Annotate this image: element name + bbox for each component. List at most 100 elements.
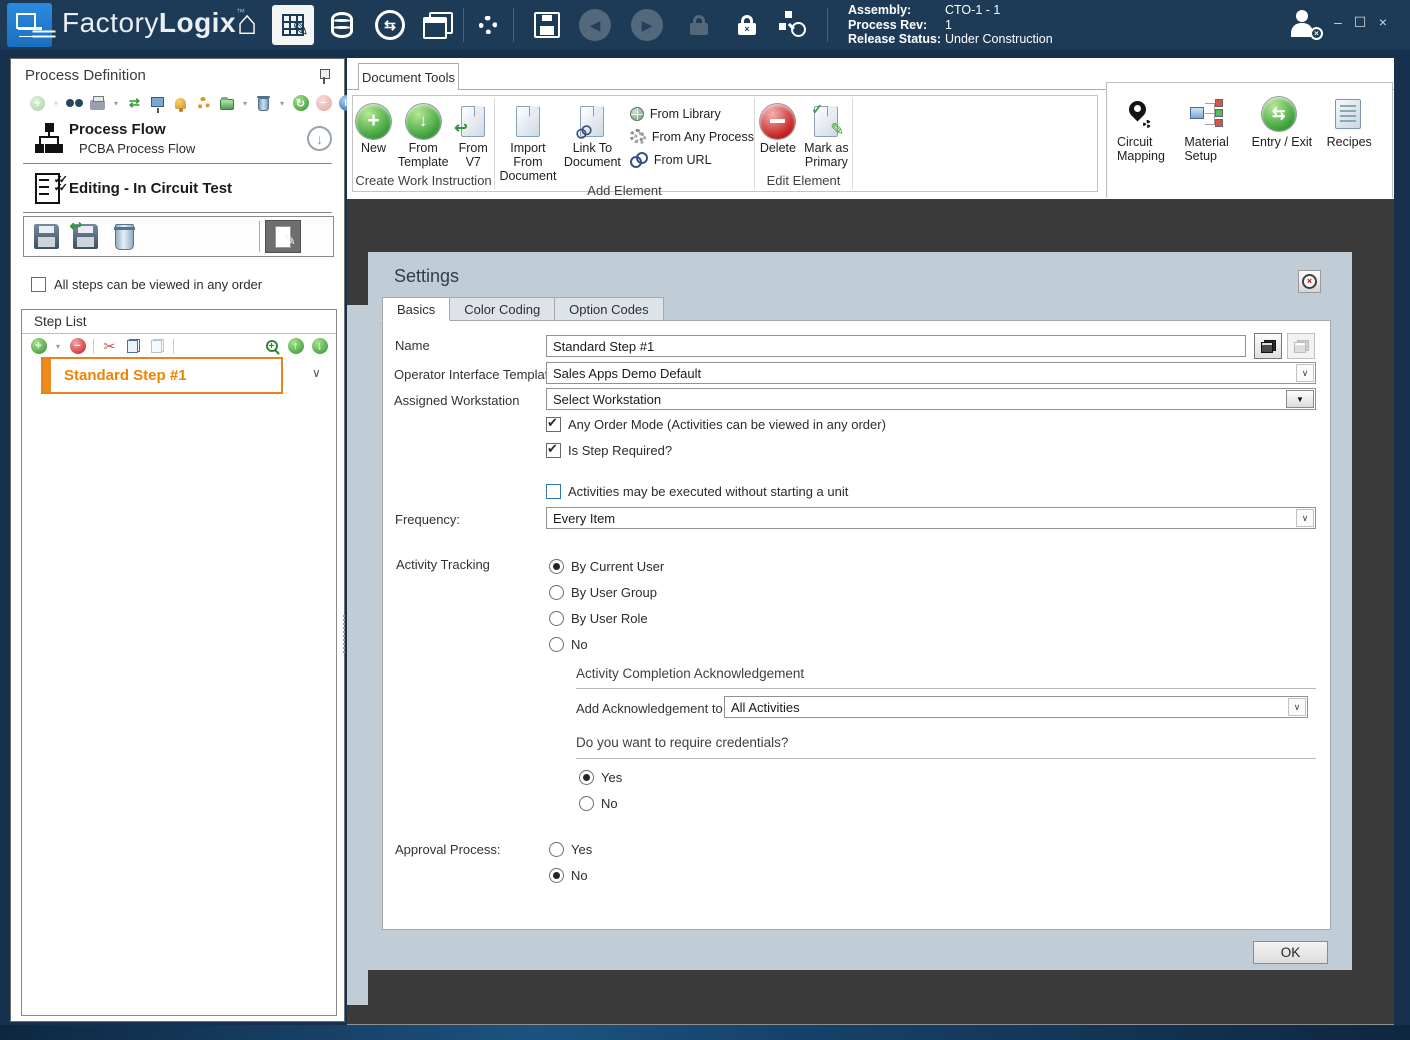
process-settings-gear-icon[interactable] xyxy=(195,95,212,112)
add-caret-icon[interactable]: ▾ xyxy=(52,95,60,112)
minimize-button[interactable]: – xyxy=(1327,14,1349,30)
move-up-icon[interactable]: ↑ xyxy=(287,338,304,355)
from-template-button[interactable]: ↓ From Template xyxy=(397,101,449,169)
refresh-icon[interactable]: ↻ xyxy=(292,95,309,112)
settings-dialog: Settings × Basics Color Coding Option Co… xyxy=(368,252,1352,970)
tracking-no-radio[interactable] xyxy=(549,637,564,652)
from-v7-icon: ↩ xyxy=(454,105,486,137)
mark-as-primary-button[interactable]: ✓ ✎ Mark as Primary xyxy=(804,101,849,170)
settings-gear-icon[interactable] xyxy=(467,5,509,45)
add-step-icon[interactable]: + xyxy=(30,338,47,355)
export-folder-icon[interactable] xyxy=(218,95,235,112)
remove-step-icon[interactable]: − xyxy=(69,338,86,355)
remove-icon[interactable]: − xyxy=(315,95,332,112)
dialog-content: Name Operator Interface Template Sales A… xyxy=(382,320,1331,930)
oit-combobox[interactable]: Sales Apps Demo Default ∨ xyxy=(546,362,1316,384)
link-to-document-button[interactable]: Link To Document xyxy=(564,101,621,169)
copy-icon[interactable] xyxy=(125,338,142,355)
find-process-icon[interactable] xyxy=(772,5,814,45)
forward-icon[interactable]: ▶ xyxy=(626,5,668,45)
any-order-checkbox[interactable] xyxy=(31,277,46,292)
tracking-by-user-role-radio[interactable] xyxy=(549,611,564,626)
workstation-combobox[interactable]: Select Workstation ▼ xyxy=(546,388,1316,410)
step-name: Standard Step #1 xyxy=(64,367,187,384)
import-from-document-button[interactable]: Import From Document xyxy=(498,101,558,183)
swap-process-icon[interactable]: ⇄ xyxy=(126,95,143,112)
export-caret-icon[interactable]: ▾ xyxy=(241,95,249,112)
tab-basics[interactable]: Basics xyxy=(382,297,451,321)
frequency-combobox[interactable]: Every Item ∨ xyxy=(546,507,1316,529)
unlock-icon[interactable] xyxy=(678,5,720,45)
approval-no-radio[interactable] xyxy=(549,868,564,883)
search-icon[interactable] xyxy=(66,95,83,112)
ok-button[interactable]: OK xyxy=(1253,941,1328,964)
tracking-no-row: No xyxy=(549,637,588,652)
new-icon: + xyxy=(356,103,391,139)
from-library-button[interactable]: From Library xyxy=(629,104,754,123)
circuit-mapping-button[interactable]: Circuit Mapping xyxy=(1117,93,1176,198)
process-flow-row[interactable]: Process Flow PCBA Process Flow ↓ xyxy=(11,121,344,161)
credentials-no-radio[interactable] xyxy=(579,796,594,811)
template-picker-button[interactable] xyxy=(1254,333,1282,359)
recipes-button[interactable]: Recipes xyxy=(1327,93,1386,198)
move-down-icon[interactable]: ↓ xyxy=(311,338,328,355)
tab-option-codes[interactable]: Option Codes xyxy=(555,297,664,321)
back-icon[interactable]: ◀ xyxy=(574,5,616,45)
lock-close-icon[interactable]: × xyxy=(726,5,768,45)
any-order-mode-checkbox[interactable] xyxy=(546,415,561,432)
from-any-process-button[interactable]: From Any Process xyxy=(629,127,754,146)
delete-element-button[interactable]: Delete xyxy=(758,101,798,155)
print-icon[interactable] xyxy=(89,95,106,112)
close-button[interactable]: × xyxy=(1372,14,1394,30)
sign-out-user-icon[interactable]: × xyxy=(1289,10,1323,40)
step-list-panel: Step List + ▾ − ✂ + ↑ ↓ Standard Step #1 xyxy=(21,309,337,1016)
delete-caret-icon[interactable]: ▾ xyxy=(278,95,286,112)
expand-down-icon[interactable]: ↓ xyxy=(307,126,332,151)
materials-database-icon[interactable] xyxy=(321,5,363,45)
process-definition-icon[interactable]: ✎ xyxy=(272,5,314,45)
pin-icon[interactable] xyxy=(318,69,330,85)
alert-bell-icon[interactable] xyxy=(172,95,189,112)
maximize-button[interactable]: ☐ xyxy=(1349,14,1371,31)
step-expander-icon[interactable]: ∨ xyxy=(312,366,321,380)
save-import-icon[interactable]: ↩ xyxy=(68,218,102,253)
print-caret-icon[interactable]: ▾ xyxy=(112,95,120,112)
app-logo-icon xyxy=(7,3,52,47)
tab-document-tools[interactable]: Document Tools xyxy=(358,63,459,90)
ack-combobox[interactable]: All Activities ∨ xyxy=(724,696,1308,718)
home-icon[interactable]: ⌂ xyxy=(226,5,268,45)
step-list-toolbar: + ▾ − ✂ + ↑ ↓ xyxy=(30,336,328,356)
tracking-by-current-user-radio[interactable] xyxy=(549,559,564,574)
tab-color-coding[interactable]: Color Coding xyxy=(450,297,556,321)
data-exchange-icon[interactable]: ⇆ xyxy=(369,5,411,45)
from-url-button[interactable]: From URL xyxy=(629,150,754,169)
credentials-yes-radio[interactable] xyxy=(579,770,594,785)
save-step-icon[interactable] xyxy=(29,220,63,253)
documents-icon[interactable] xyxy=(417,5,459,45)
approval-yes-radio[interactable] xyxy=(549,842,564,857)
cut-icon[interactable]: ✂ xyxy=(101,338,118,355)
name-input[interactable] xyxy=(546,335,1246,357)
add-step-caret-icon[interactable]: ▾ xyxy=(54,338,62,355)
material-setup-button[interactable]: Material Setup xyxy=(1184,93,1243,198)
new-button[interactable]: + New xyxy=(356,101,391,155)
from-v7-button[interactable]: ↩ From V7 xyxy=(454,101,491,169)
zoom-step-icon[interactable]: + xyxy=(263,338,280,355)
activities-without-unit-checkbox[interactable] xyxy=(546,484,561,499)
toolbar-separator xyxy=(173,338,174,354)
panel-splitter[interactable] xyxy=(343,615,346,653)
paste-icon[interactable] xyxy=(149,338,166,355)
save-icon[interactable] xyxy=(526,5,568,45)
edit-document-icon[interactable]: ✎ xyxy=(265,220,301,253)
entry-exit-button[interactable]: ⇆ Entry / Exit xyxy=(1252,93,1319,198)
delete-process-icon[interactable] xyxy=(255,95,272,112)
frequency-label: Frequency: xyxy=(395,512,461,527)
tracking-by-user-group-radio[interactable] xyxy=(549,585,564,600)
add-icon[interactable]: + xyxy=(29,95,46,112)
dialog-close-button[interactable]: × xyxy=(1298,270,1321,293)
delete-step-icon[interactable] xyxy=(107,220,141,253)
is-step-required-checkbox[interactable] xyxy=(546,441,561,458)
step-list-item[interactable]: Standard Step #1 xyxy=(41,357,283,394)
tracking-by-user-role-row: By User Role xyxy=(549,611,648,626)
workstation-icon[interactable] xyxy=(149,95,166,113)
